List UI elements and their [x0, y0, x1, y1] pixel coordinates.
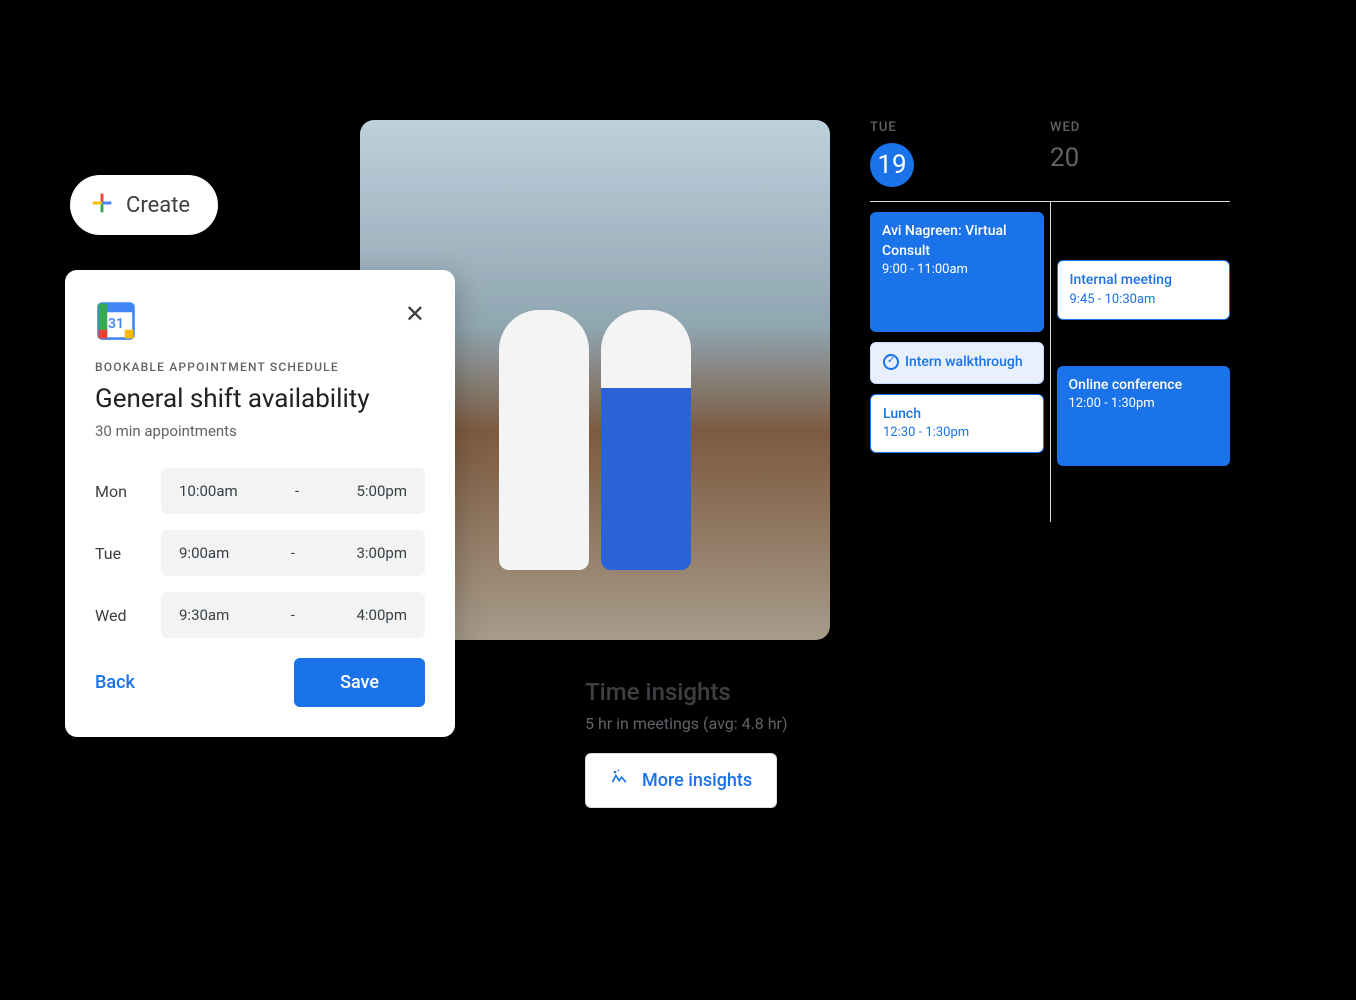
- day-label: Wed: [95, 606, 145, 625]
- time-range[interactable]: 9:30am - 4:00pm: [161, 592, 425, 638]
- calendar-event[interactable]: Online conference 12:00 - 1:30pm: [1057, 366, 1231, 466]
- event-title: Avi Nagreen: Virtual Consult: [882, 222, 1032, 261]
- schedule-eyebrow: BOOKABLE APPOINTMENT SCHEDULE: [95, 360, 425, 374]
- calendar-icon: 31: [95, 300, 135, 340]
- insights-summary: 5 hr in meetings (avg: 4.8 hr): [585, 714, 788, 733]
- event-time: 12:00 - 1:30pm: [1069, 395, 1219, 413]
- time-insights: Time insights 5 hr in meetings (avg: 4.8…: [585, 678, 788, 808]
- save-button[interactable]: Save: [294, 658, 425, 707]
- event-title: Lunch: [883, 405, 1031, 425]
- dash: -: [291, 606, 295, 624]
- calendar-event[interactable]: Avi Nagreen: Virtual Consult 9:00 - 11:0…: [870, 212, 1044, 332]
- schedule-title: General shift availability: [95, 384, 425, 414]
- time-range[interactable]: 10:00am - 5:00pm: [161, 468, 425, 514]
- day-number: 20: [1050, 143, 1230, 173]
- dash: -: [291, 544, 295, 562]
- person-figure: [601, 310, 691, 570]
- day-label: Tue: [95, 544, 145, 563]
- event-title: Online conference: [1069, 376, 1219, 396]
- start-time: 10:00am: [179, 482, 238, 500]
- end-time: 3:00pm: [356, 544, 407, 562]
- insights-icon: [610, 768, 630, 793]
- person-figure: [499, 310, 589, 570]
- insights-heading: Time insights: [585, 678, 788, 706]
- end-time: 4:00pm: [356, 606, 407, 624]
- weekday-label: WED: [1050, 120, 1230, 135]
- dash: -: [295, 482, 299, 500]
- day-number: 19: [870, 143, 914, 187]
- back-button[interactable]: Back: [95, 672, 135, 693]
- schedule-rows: Mon 10:00am - 5:00pm Tue 9:00am - 3:00pm…: [95, 468, 425, 638]
- check-circle-icon: [883, 354, 899, 370]
- weekday-label: TUE: [870, 120, 1050, 135]
- svg-text:31: 31: [108, 316, 124, 332]
- day-header[interactable]: WED 20: [1050, 120, 1230, 187]
- plus-icon: [88, 189, 116, 221]
- start-time: 9:00am: [179, 544, 229, 562]
- start-time: 9:30am: [179, 606, 229, 624]
- day-header[interactable]: TUE 19: [870, 120, 1050, 187]
- schedule-subtitle: 30 min appointments: [95, 422, 425, 440]
- more-insights-label: More insights: [642, 770, 752, 791]
- day-label: Mon: [95, 482, 145, 501]
- calendar-view: TUE 19 WED 20 Avi Nagreen: Virtual Consu…: [870, 120, 1230, 522]
- event-title: Intern walkthrough: [905, 354, 1023, 370]
- calendar-event[interactable]: Internal meeting 9:45 - 10:30am: [1057, 260, 1231, 320]
- create-label: Create: [126, 193, 190, 218]
- event-time: 12:30 - 1:30pm: [883, 424, 1031, 442]
- create-button[interactable]: Create: [70, 175, 218, 235]
- schedule-row: Mon 10:00am - 5:00pm: [95, 468, 425, 514]
- time-range[interactable]: 9:00am - 3:00pm: [161, 530, 425, 576]
- schedule-row: Wed 9:30am - 4:00pm: [95, 592, 425, 638]
- event-title: Internal meeting: [1070, 271, 1218, 291]
- more-insights-button[interactable]: More insights: [585, 753, 777, 808]
- day-column: Internal meeting 9:45 - 10:30am Online c…: [1051, 202, 1231, 522]
- close-icon[interactable]: ✕: [405, 300, 425, 328]
- event-time: 9:00 - 11:00am: [882, 261, 1032, 279]
- day-column: Avi Nagreen: Virtual Consult 9:00 - 11:0…: [870, 202, 1051, 522]
- end-time: 5:00pm: [356, 482, 407, 500]
- event-time: 9:45 - 10:30am: [1070, 291, 1218, 309]
- calendar-event[interactable]: Intern walkthrough: [870, 342, 1044, 384]
- calendar-event[interactable]: Lunch 12:30 - 1:30pm: [870, 394, 1044, 454]
- schedule-card: 31 ✕ BOOKABLE APPOINTMENT SCHEDULE Gener…: [65, 270, 455, 737]
- schedule-row: Tue 9:00am - 3:00pm: [95, 530, 425, 576]
